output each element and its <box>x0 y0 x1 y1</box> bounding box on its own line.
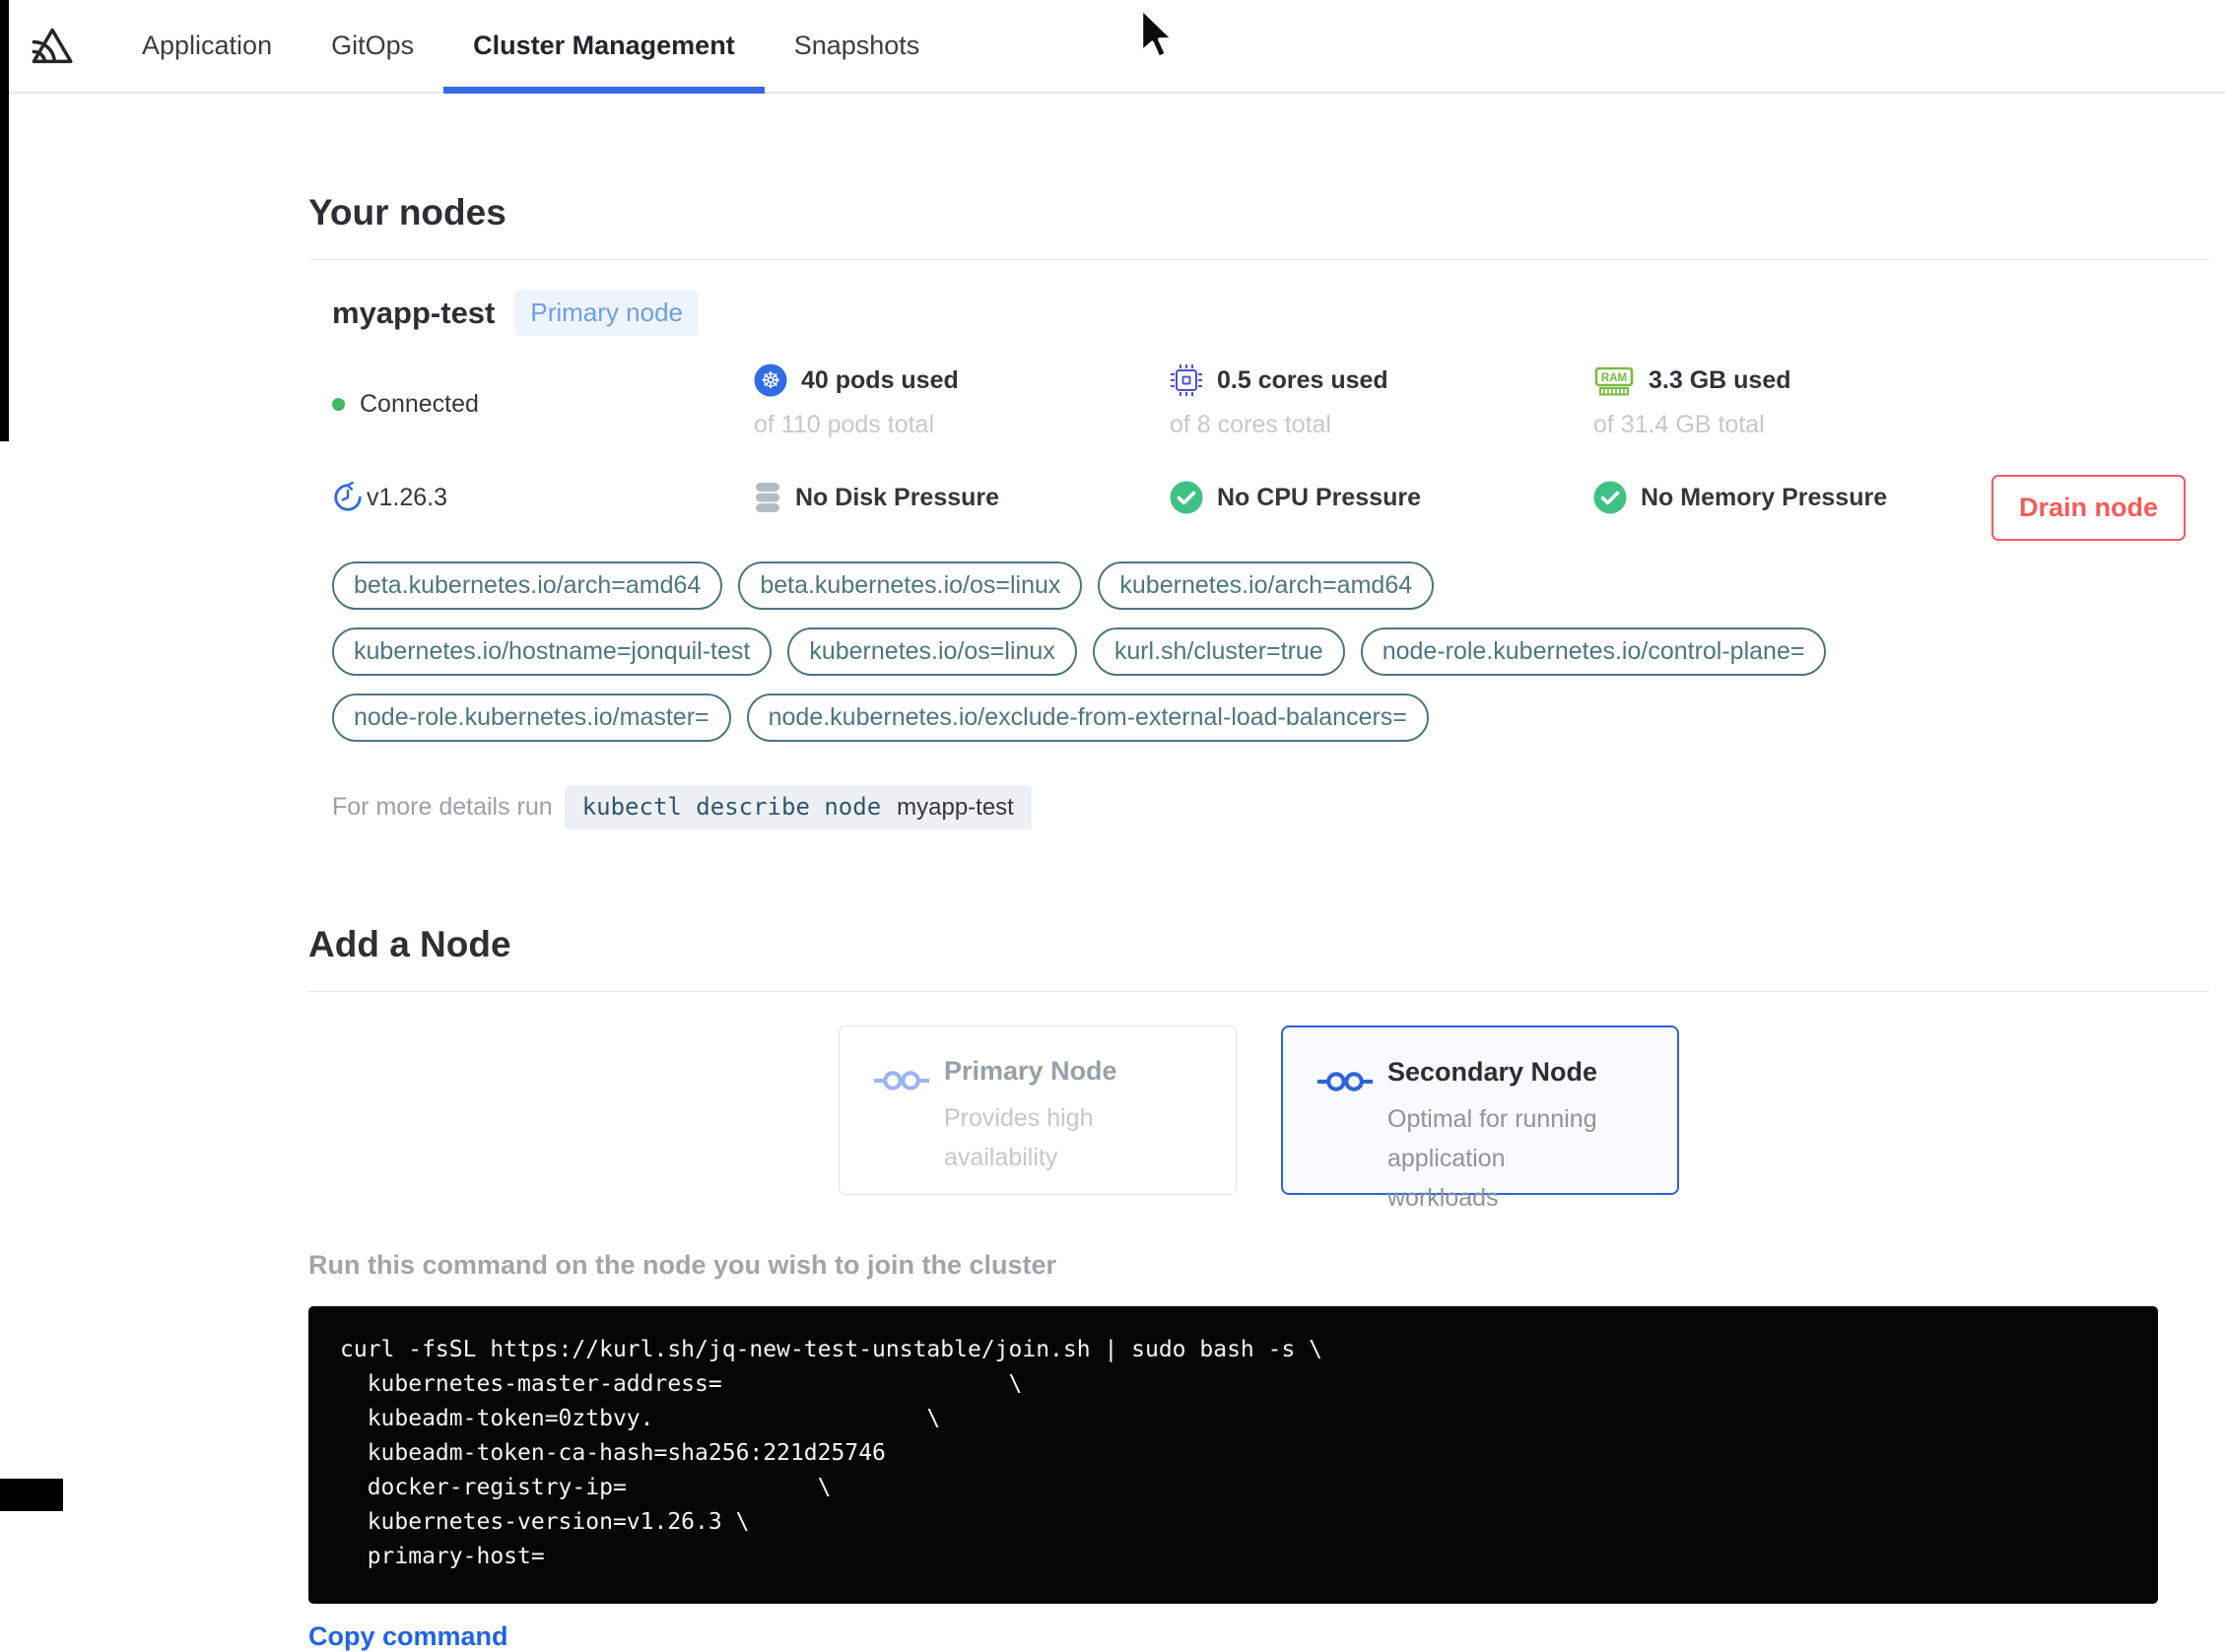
drain-node-button[interactable]: Drain node <box>1990 475 2186 541</box>
replicated-logo-icon <box>30 25 73 68</box>
code-line: kubernetes-version=v1.26.3 \ <box>340 1509 750 1535</box>
tab-application[interactable]: Application <box>112 0 302 92</box>
node-label-pill: kurl.sh/cluster=true <box>1092 628 1345 676</box>
tab-gitops[interactable]: GitOps <box>302 0 443 92</box>
cores-stat: 0.5 cores used of 8 cores total <box>1170 363 1593 439</box>
node-label-pill: kubernetes.io/arch=amd64 <box>1098 562 1435 610</box>
node-label-pill: node-role.kubernetes.io/control-plane= <box>1360 628 1827 676</box>
code-line: kubeadm-token=0ztbvy. \ <box>340 1406 941 1431</box>
check-circle-icon <box>1593 481 1627 514</box>
svg-text:☸: ☸ <box>761 368 781 394</box>
node-label-pill: node-role.kubernetes.io/master= <box>332 694 731 742</box>
app-logo[interactable] <box>0 0 112 92</box>
svg-text:RAM: RAM <box>1601 372 1627 384</box>
copy-command-link[interactable]: Copy command <box>308 1621 508 1652</box>
top-navigation: Application GitOps Cluster Management Sn… <box>0 0 2225 94</box>
code-line: kubernetes-master-address= \ <box>340 1371 1023 1397</box>
tab-cluster-management-label: Cluster Management <box>473 31 735 60</box>
code-line: docker-registry-ip= \ <box>340 1475 832 1500</box>
pods-stat: ☸ 40 pods used of 110 pods total <box>754 363 1170 439</box>
details-prefix: For more details run <box>332 793 553 821</box>
kubectl-command-text: kubectl describe node <box>581 793 882 821</box>
join-command-instruction: Run this command on the node you wish to… <box>308 1250 1057 1280</box>
primary-node-badge: Primary node <box>514 290 699 336</box>
kubernetes-icon: ☸ <box>754 363 787 397</box>
add-node-title: Add a Node <box>308 924 2209 992</box>
node-version: v1.26.3 <box>332 482 754 513</box>
pods-used-label: 40 pods used <box>801 365 959 394</box>
code-line: curl -fsSL https://kurl.sh/jq-new-test-u… <box>340 1337 1322 1362</box>
node-label-pill: beta.kubernetes.io/arch=amd64 <box>332 562 723 610</box>
node-status: Connected <box>332 368 754 439</box>
cores-used-label: 0.5 cores used <box>1217 365 1388 394</box>
version-label: v1.26.3 <box>367 483 448 511</box>
kubectl-command-node-name: myapp-test <box>897 794 1014 821</box>
tab-gitops-label: GitOps <box>331 31 415 60</box>
memory-used-label: 3.3 GB used <box>1649 365 1791 394</box>
node-link-icon <box>1316 1069 1374 1094</box>
node-label-pill: kubernetes.io/hostname=jonquil-test <box>332 628 773 676</box>
node-details-hint: For more details run kubectl describe no… <box>332 785 2209 829</box>
window-corner-strip <box>0 1479 63 1511</box>
your-nodes-section: Your nodes myapp-test Primary node Conne… <box>308 192 2209 829</box>
node-label-pill: node.kubernetes.io/exclude-from-external… <box>746 694 1429 742</box>
cpu-pressure-condition: No CPU Pressure <box>1170 481 1593 514</box>
window-edge-strip <box>0 0 9 441</box>
code-line: kubeadm-token-ca-hash=sha256:221d25746 <box>340 1440 886 1466</box>
secondary-node-option-title: Secondary Node <box>1387 1057 1598 1087</box>
pods-total-label: of 110 pods total <box>754 411 935 438</box>
tab-snapshots-label: Snapshots <box>793 31 920 60</box>
code-line: primary-host= <box>340 1544 545 1569</box>
primary-node-option-title: Primary Node <box>944 1056 1117 1086</box>
node-card: myapp-test Primary node Connected ☸ 40 p… <box>308 260 2209 829</box>
secondary-node-option-description: Optimal for running application workload… <box>1387 1105 1597 1212</box>
cpu-pressure-label: No CPU Pressure <box>1217 483 1422 511</box>
tab-cluster-management[interactable]: Cluster Management <box>443 0 765 94</box>
add-node-section: Add a Node Primary Node Provides high av… <box>308 924 2209 1652</box>
secondary-node-option[interactable]: Secondary Node Optimal for running appli… <box>1281 1025 1679 1212</box>
status-dot-icon <box>332 397 345 411</box>
node-labels: beta.kubernetes.io/arch=amd64 beta.kuber… <box>332 562 1869 742</box>
disk-icon <box>754 481 781 514</box>
node-name: myapp-test <box>332 295 496 330</box>
primary-node-option-description: Provides high availability <box>944 1104 1094 1171</box>
kubectl-describe-command: kubectl describe node myapp-test <box>564 785 1032 829</box>
disk-pressure-label: No Disk Pressure <box>795 483 1000 511</box>
memory-pressure-label: No Memory Pressure <box>1641 483 1888 511</box>
ram-icon: RAM <box>1593 363 1635 397</box>
version-icon <box>332 482 364 513</box>
memory-total-label: of 31.4 GB total <box>1593 411 1765 438</box>
node-link-icon <box>873 1068 930 1093</box>
tab-snapshots[interactable]: Snapshots <box>765 0 950 92</box>
join-command-codeblock: curl -fsSL https://kurl.sh/jq-new-test-u… <box>308 1306 2158 1604</box>
check-circle-icon <box>1170 481 1203 514</box>
your-nodes-title: Your nodes <box>308 192 2209 260</box>
node-label-pill: beta.kubernetes.io/os=linux <box>738 562 1083 610</box>
status-label: Connected <box>360 389 479 418</box>
node-label-pill: kubernetes.io/os=linux <box>787 628 1077 676</box>
disk-pressure-condition: No Disk Pressure <box>754 481 1170 514</box>
primary-node-option[interactable]: Primary Node Provides high availability <box>839 1025 1237 1195</box>
cores-total-label: of 8 cores total <box>1170 411 1331 438</box>
cpu-icon <box>1170 363 1203 397</box>
memory-stat: RAM 3.3 GB used of 31.4 GB total <box>1593 363 2209 439</box>
tab-application-label: Application <box>142 31 273 60</box>
